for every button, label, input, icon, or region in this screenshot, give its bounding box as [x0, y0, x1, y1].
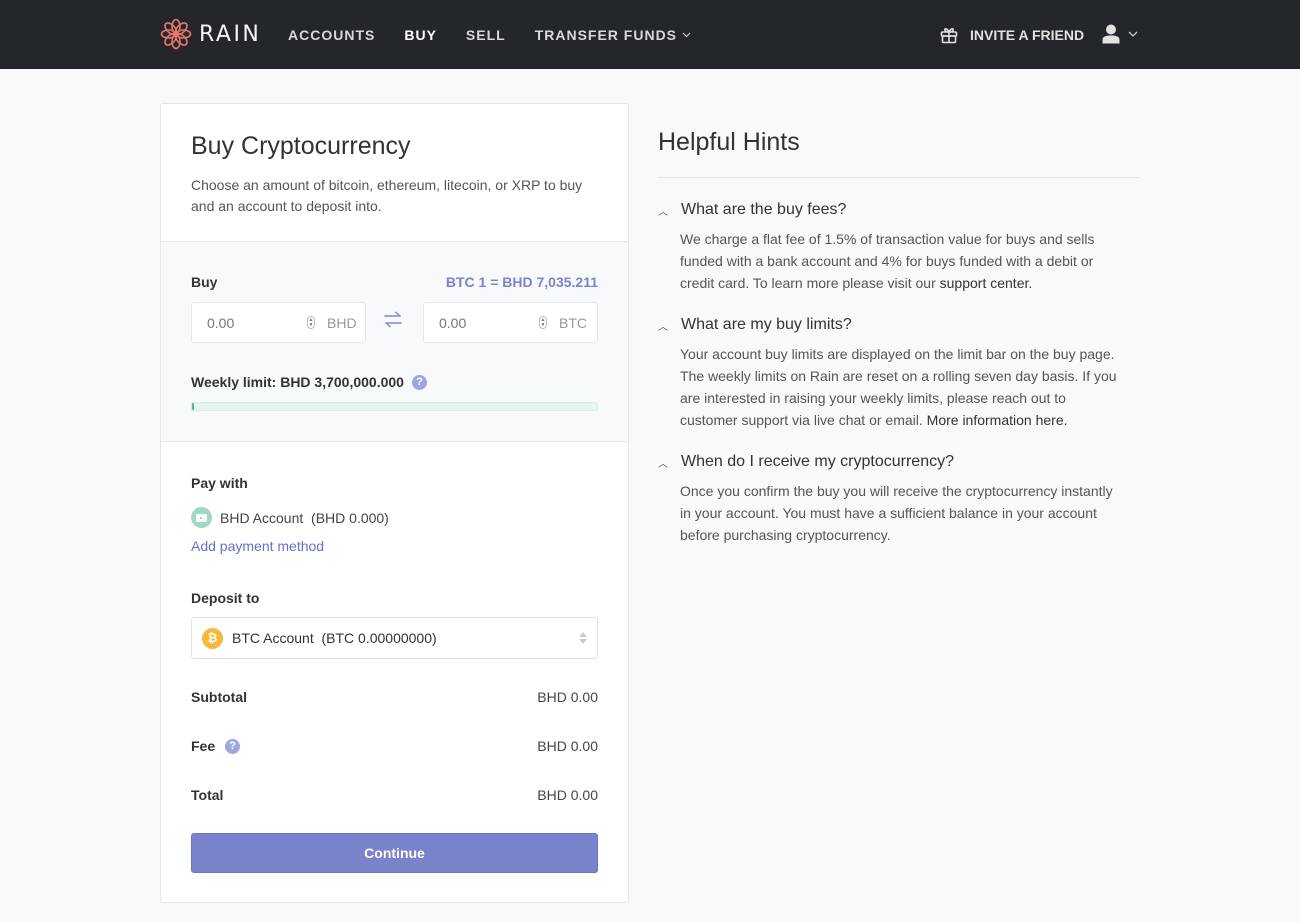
page-title: Buy Cryptocurrency	[191, 132, 411, 160]
subtotal-row: Subtotal BHD 0.00	[191, 689, 598, 705]
nav-label: BUY	[404, 26, 437, 43]
hint-item: ︿ When do I receive my cryptocurrency? O…	[658, 450, 1140, 546]
invite-friend-label: INVITE A FRIEND	[970, 26, 1085, 43]
divider	[658, 177, 1140, 178]
page-subtitle: Choose an amount of bitcoin, ethereum, l…	[191, 177, 583, 214]
weekly-limit: Weekly limit: BHD 3,700,000.000 ?	[191, 374, 427, 390]
total-value: BHD 0.00	[537, 787, 598, 803]
helpful-hints: Helpful Hints ︿ What are the buy fees? W…	[658, 128, 1140, 546]
fiat-amount-field: ▲▼ BHD	[191, 302, 366, 343]
nav-transfer-funds[interactable]: TRANSFER FUNDS	[535, 27, 691, 43]
hint-question: What are the buy fees?	[681, 201, 847, 218]
stepper-icon[interactable]: ▲ ▼	[307, 316, 315, 329]
wallet-icon	[191, 507, 212, 528]
pay-account-label: BHD Account (BHD 0.000)	[220, 509, 389, 526]
hint-answer-text: We charge a flat fee of 1.5% of transact…	[680, 231, 1095, 291]
pay-account-option[interactable]: BHD Account (BHD 0.000)	[191, 507, 389, 528]
fiat-currency-label: BHD	[327, 314, 357, 331]
nav-buy[interactable]: BUY	[404, 27, 437, 43]
fee-label-group: Fee ?	[191, 738, 241, 754]
fee-label: Fee	[191, 738, 216, 754]
rain-logo[interactable]: RAIN	[160, 18, 261, 50]
weekly-limit-bar	[191, 402, 598, 411]
crypto-currency-label: BTC	[559, 314, 587, 331]
weekly-limit-label: Weekly limit: BHD 3,700,000.000	[191, 374, 404, 390]
fee-row: Fee ? BHD 0.00	[191, 738, 598, 754]
top-navbar: RAIN ACCOUNTS BUY SELL TRANSFER FUNDS IN…	[0, 0, 1300, 69]
hint-item: ︿ What are my buy limits? Your account b…	[658, 313, 1140, 431]
fiat-amount-input[interactable]	[207, 314, 307, 331]
fee-value: BHD 0.00	[537, 738, 598, 754]
nav-label: TRANSFER FUNDS	[534, 26, 678, 43]
stepper-icon[interactable]: ▲ ▼	[539, 316, 547, 329]
user-menu-button[interactable]	[1102, 24, 1138, 44]
invite-friend-button[interactable]: INVITE A FRIEND	[940, 0, 1084, 69]
more-information-link[interactable]: More information here.	[927, 412, 1068, 428]
buy-amount-section: Buy BTC 1 = BHD 7,035.211 ▲▼ BHD ▲▼ BTC …	[161, 242, 628, 442]
chevron-up-icon: ︿	[658, 458, 668, 470]
bitcoin-icon: ₿	[202, 627, 223, 649]
hint-question: When do I receive my cryptocurrency?	[681, 453, 954, 470]
hint-answer: Your account buy limits are displayed on…	[680, 343, 1120, 431]
weekly-limit-bar-fill	[192, 403, 194, 410]
hint-toggle[interactable]: ︿ When do I receive my cryptocurrency?	[658, 450, 1140, 474]
pay-with-label: Pay with	[191, 475, 248, 491]
card-header: Buy Cryptocurrency Choose an amount of b…	[161, 104, 628, 242]
nav-sell[interactable]: SELL	[466, 27, 506, 43]
deposit-to-label: Deposit to	[191, 590, 260, 606]
total-row: Total BHD 0.00	[191, 787, 598, 803]
nav-label: SELL	[465, 26, 506, 43]
buy-label: Buy	[191, 274, 218, 290]
chevron-down-icon	[682, 32, 691, 37]
nav-label: ACCOUNTS	[288, 26, 376, 43]
hint-answer: We charge a flat fee of 1.5% of transact…	[680, 228, 1120, 294]
exchange-rate: BTC 1 = BHD 7,035.211	[445, 274, 598, 290]
main-nav: ACCOUNTS BUY SELL TRANSFER FUNDS	[288, 0, 720, 69]
chevron-up-icon: ︿	[658, 206, 668, 218]
deposit-account-value: BTC Account (BTC 0.00000000)	[232, 630, 437, 646]
support-center-link[interactable]: support center.	[940, 275, 1033, 291]
hints-title: Helpful Hints	[658, 128, 800, 156]
hint-answer-text: Once you confirm the buy you will receiv…	[680, 483, 1113, 543]
subtotal-label: Subtotal	[191, 689, 247, 705]
add-payment-method-link[interactable]: Add payment method	[191, 538, 324, 554]
gift-icon	[940, 27, 958, 43]
brand-name: RAIN	[199, 21, 262, 47]
chevron-down-icon	[1128, 31, 1138, 37]
total-label: Total	[191, 787, 224, 803]
swap-arrows-icon[interactable]	[383, 311, 403, 329]
rain-flower-icon	[160, 18, 192, 50]
help-icon[interactable]: ?	[411, 374, 427, 390]
help-icon[interactable]: ?	[225, 738, 241, 754]
select-arrows-icon	[579, 632, 587, 644]
user-icon	[1102, 24, 1120, 44]
hint-toggle[interactable]: ︿ What are my buy limits?	[658, 313, 1140, 337]
subtotal-value: BHD 0.00	[537, 689, 598, 705]
crypto-amount-field: ▲▼ BTC	[423, 302, 598, 343]
hint-item: ︿ What are the buy fees? We charge a fla…	[658, 198, 1140, 294]
crypto-amount-input[interactable]	[439, 314, 539, 331]
chevron-up-icon: ︿	[658, 321, 668, 333]
buy-crypto-card: Buy Cryptocurrency Choose an amount of b…	[160, 103, 629, 903]
continue-button[interactable]: Continue	[191, 833, 598, 873]
hint-answer: Once you confirm the buy you will receiv…	[680, 480, 1120, 546]
hint-question: What are my buy limits?	[681, 316, 852, 333]
nav-accounts[interactable]: ACCOUNTS	[288, 27, 375, 43]
deposit-account-select[interactable]: ₿ BTC Account (BTC 0.00000000)	[191, 617, 598, 659]
hint-toggle[interactable]: ︿ What are the buy fees?	[658, 198, 1140, 222]
